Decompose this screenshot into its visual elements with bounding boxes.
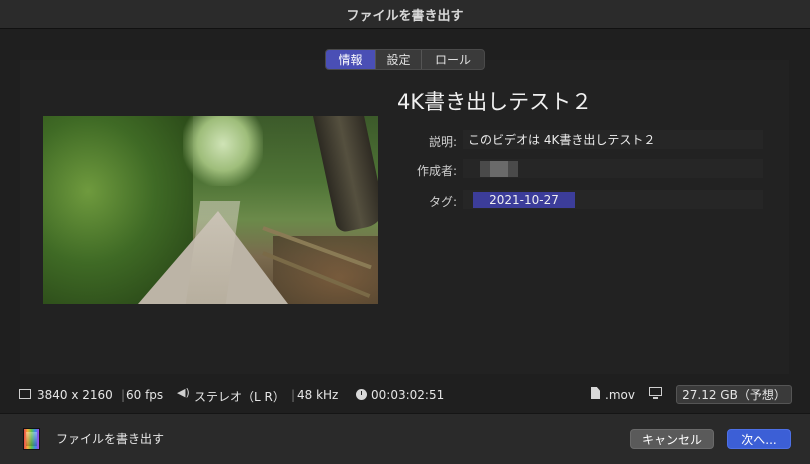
tab-info[interactable]: 情報 [326,50,376,69]
audio-text: ステレオ（L R） [194,390,285,404]
sample-rate-text: 48 kHz [297,388,339,402]
extension-text: .mov [605,388,635,402]
tab-bar: 情報 設定 ロール [325,49,485,70]
tag-chip[interactable]: 2021-10-27 [473,192,575,208]
tags-label: タグ: [428,195,457,209]
footer-label: ファイルを書き出す [56,432,165,446]
window-title: ファイルを書き出す [346,8,464,24]
fps-text: 60 fps [126,388,164,402]
divider: | [121,388,126,402]
export-file-icon [23,428,40,450]
redacted-creator [480,161,518,177]
description-label: 説明: [428,135,457,149]
video-thumbnail [43,116,378,304]
creator-label: 作成者: [416,164,457,178]
next-button[interactable]: 次へ... [727,429,791,449]
window-title-bar: ファイルを書き出す [0,0,810,29]
description-field[interactable]: このビデオは 4K書き出しテスト２ [463,130,763,149]
tab-settings[interactable]: 設定 [376,50,422,69]
estimated-size: 27.12 GB（予想） [676,385,792,404]
thumbnail-sky [183,116,263,186]
duration-text: 00:03:02:51 [371,388,445,402]
divider: | [291,388,296,402]
tab-roles[interactable]: ロール [422,50,484,69]
resolution-text: 3840 x 2160 [37,388,113,402]
thumbnail-tree [313,116,378,234]
project-title: 4K書き出しテスト２ [397,90,593,114]
cancel-button[interactable]: キャンセル [630,429,714,449]
